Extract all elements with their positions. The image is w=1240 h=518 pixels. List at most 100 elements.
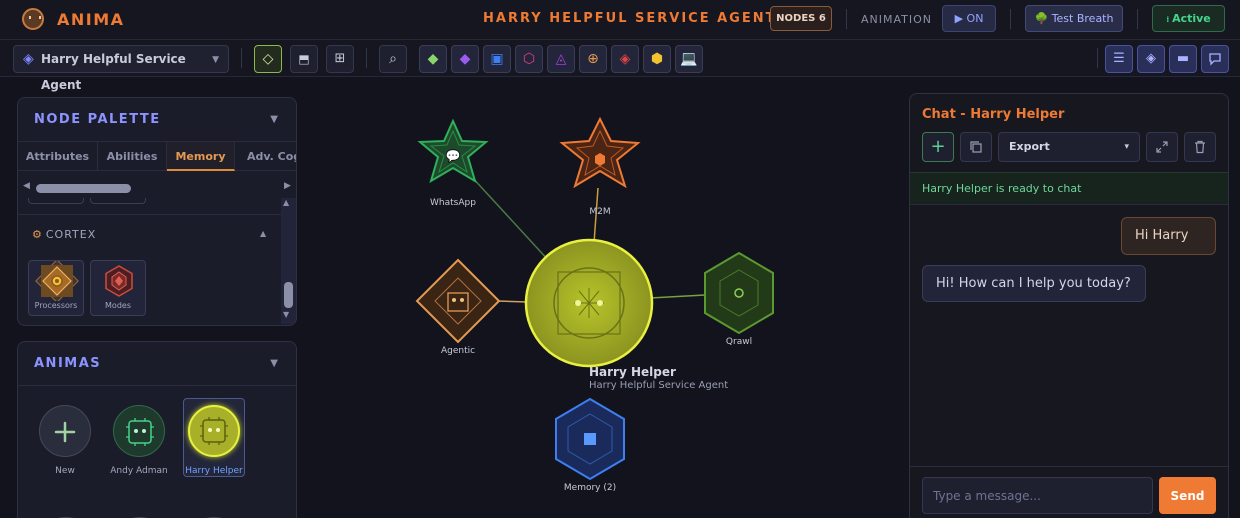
section-header-cortex[interactable]: ⚙ CORTEX [32,228,96,241]
delete-chat-button[interactable] [1184,132,1216,162]
grid-tool-button[interactable]: ⊞ [326,45,354,73]
center-node-name: Harry Helper [589,365,676,379]
palette-tile-modes[interactable]: Modes [90,260,146,316]
tile-label: Modes [105,301,131,310]
red-diamond-node-button[interactable]: ◈ [611,45,639,73]
node-memory[interactable] [555,397,625,481]
scroll-right-icon[interactable]: ▶ [284,181,291,191]
tab-abilities[interactable]: Abilities [98,142,167,171]
plus-icon [54,421,76,443]
tab-adv-cog[interactable]: Adv. Cog [235,142,296,171]
trash-icon [1195,140,1205,154]
chat-message-input[interactable] [922,477,1153,514]
add-anima-circle[interactable] [39,405,91,457]
chat-message-bot: Hi! How can I help you today? [922,265,1146,302]
divider [1137,9,1138,29]
layout-tool-button[interactable]: ⬒ [290,45,318,73]
anima-andy-adman[interactable]: Andy Adman [108,405,170,476]
collapse-caret-icon[interactable]: ▼ [270,358,278,369]
anima-new[interactable]: New [34,405,96,476]
palette-tile-processors[interactable]: Processors [28,259,84,316]
tile-partial [90,198,146,204]
chat-status-banner: Harry Helper is ready to chat [910,172,1228,205]
horizontal-scrollbar[interactable]: ◀ ▶ [18,172,296,198]
top-bar: ANIMA HARRY HELPFUL SERVICE AGENT NODES … [0,0,1240,40]
chat-bubble-icon [1209,53,1221,66]
divider [241,48,242,68]
animation-label: ANIMATION [861,13,933,26]
tab-memory[interactable]: Memory [167,142,235,171]
collapse-caret-icon[interactable]: ▼ [270,114,278,125]
active-label: Active [1172,12,1211,25]
copy-icon [970,141,982,153]
expand-button[interactable] [1146,132,1178,162]
active-status-button[interactable]: ⁞ Active [1152,5,1225,32]
export-select-value: Export [1009,140,1050,153]
chat-title: Chat - Harry Helper [922,107,1065,122]
graph-canvas[interactable]: 💬 [310,78,900,518]
nodes-count-badge: NODES 6 [770,6,832,31]
node-palette-panel: NODE PALETTE ▼ Attributes Abilities Memo… [17,97,297,326]
tab-attributes[interactable]: Attributes [18,142,98,171]
divider [846,9,847,29]
list-view-button[interactable]: ☰ [1105,45,1133,73]
chat-toggle-button[interactable] [1201,45,1229,73]
gear-icon: ⚙ [32,228,43,241]
anima-label: Harry Helper [185,466,243,476]
node-label-qrawl: Qrawl [725,337,753,347]
scroll-up-icon[interactable]: ▲ [283,198,289,207]
copy-button[interactable] [960,132,992,162]
layers-button[interactable]: ◈ [1137,45,1165,73]
app-name: ANIMA [57,10,125,29]
node-agentic[interactable] [415,258,501,344]
node-harry-helper-center[interactable] [524,238,654,368]
vertical-scrollbar[interactable]: ▲ ▼ [281,198,296,324]
orange-gear-node-button[interactable]: ⊕ [579,45,607,73]
chat-bubble-icon: 💬 [446,149,461,163]
scrollbar-thumb[interactable] [36,184,131,193]
section-label: CORTEX [45,228,97,241]
tile-label: Processors [34,301,78,310]
scroll-down-icon[interactable]: ▼ [283,310,289,319]
tile-partial [28,198,84,204]
purple-diamond-node-button[interactable]: ◆ [451,45,479,73]
agent-select-value: Harry Helpful Service Agent [41,52,186,92]
node-qrawl[interactable] [704,251,774,335]
laptop-node-button[interactable]: 💻 [675,45,703,73]
purple-triangle-node-button[interactable]: ◬ [547,45,575,73]
animation-on-button[interactable]: ▶ ON [942,5,996,32]
avatar[interactable] [188,405,240,457]
search-tool-button[interactable]: ⌕ [379,45,407,73]
green-diamond-node-button[interactable]: ◆ [419,45,447,73]
chat-input-area: Send [910,466,1228,518]
node-label-m2m: M2M [589,207,611,217]
select-tool-button[interactable]: ◇ [254,45,282,73]
node-whatsapp[interactable]: 💬 [417,118,489,184]
blue-square-node-button[interactable]: ▣ [483,45,511,73]
panel-title: NODE PALETTE [34,112,161,127]
expand-icon [1156,141,1168,153]
divider [18,385,296,386]
chevron-down-icon: ▼ [212,55,219,65]
export-select[interactable]: Export ▾ [998,132,1140,162]
node-m2m[interactable] [559,116,641,189]
yellow-hexagon-node-button[interactable]: ⬢ [643,45,671,73]
toolbar: ◈ Harry Helpful Service Agent ▼ ◇ ⬒ ⊞ ⌕ … [0,40,1240,92]
panel-toggle-button[interactable]: ▬ [1169,45,1197,73]
animas-panel: ANIMAS ▼ New Andy Adman Harry Helper [17,341,297,518]
agent-select[interactable]: ◈ Harry Helpful Service Agent ▼ [13,45,229,92]
agent-title: HARRY HELPFUL SERVICE AGENT [483,11,777,26]
new-chat-button[interactable]: + [922,132,954,162]
anima-label: New [55,466,75,476]
scrollbar-thumb[interactable] [284,282,293,308]
collapse-caret-icon[interactable]: ▲ [260,229,266,238]
test-breath-button[interactable]: 🌳 Test Breath [1025,5,1123,32]
andy-adman-avatar-icon [126,418,154,446]
scroll-left-icon[interactable]: ◀ [23,181,30,191]
pink-hexagon-node-button[interactable]: ⬡ [515,45,543,73]
send-button[interactable]: Send [1159,477,1216,514]
edge-whatsapp [469,174,551,263]
edge-qrawl [649,294,706,299]
avatar[interactable] [113,405,165,457]
anima-harry-helper[interactable]: Harry Helper [183,405,245,476]
